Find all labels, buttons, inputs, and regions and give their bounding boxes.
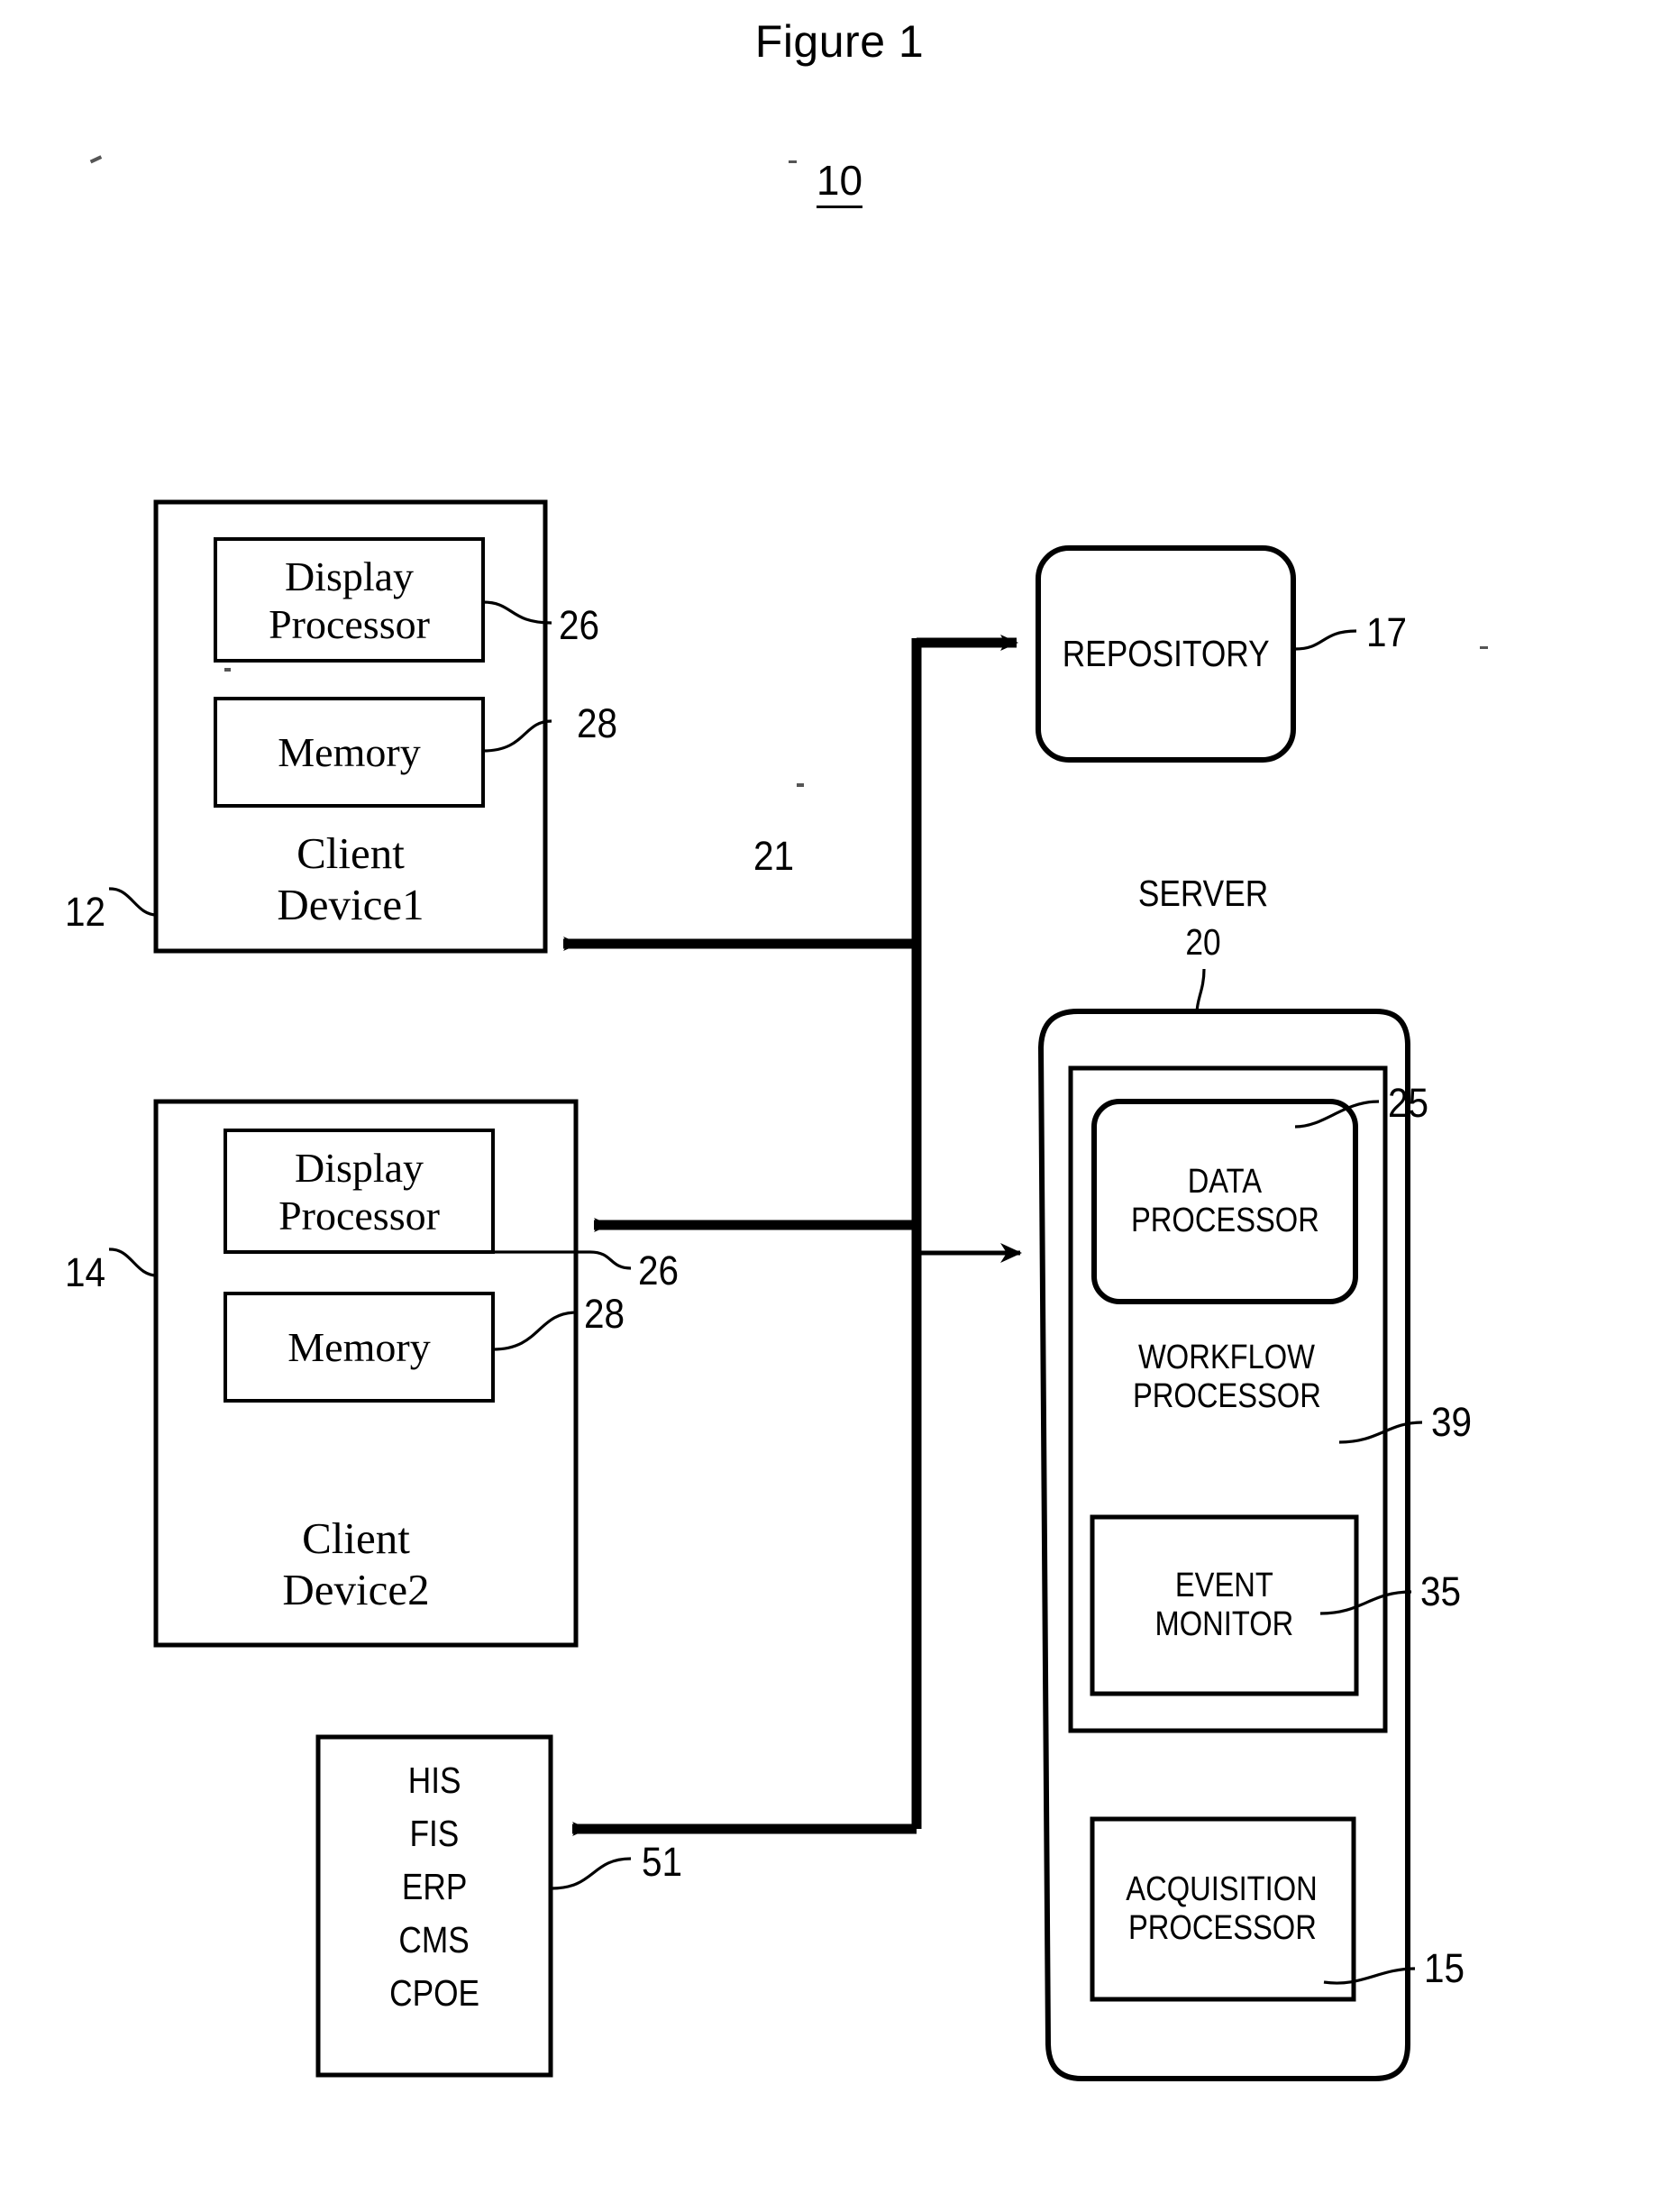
leader-15	[1323, 1967, 1416, 1985]
ref-39: 39	[1431, 1399, 1473, 1445]
memory-1-box	[214, 697, 485, 808]
leader-51	[551, 1857, 632, 1890]
ref-28-dev2: 28	[584, 1291, 625, 1337]
leader-35	[1319, 1590, 1412, 1615]
leader-28-dev2	[492, 1311, 578, 1351]
ref-28-dev1: 28	[577, 700, 618, 746]
ref-26-dev2: 26	[638, 1248, 680, 1293]
ref-51: 51	[642, 1839, 683, 1885]
server-title: SERVER	[1137, 873, 1269, 914]
ref-14: 14	[65, 1249, 106, 1295]
leader-28-dev1	[482, 719, 552, 753]
ref-26-dev1: 26	[559, 602, 600, 648]
event-monitor-box	[1090, 1514, 1359, 1696]
leader-26-dev1	[482, 600, 552, 625]
leader-20	[1195, 968, 1206, 1014]
display-processor-1-box	[214, 537, 485, 663]
ref-17: 17	[1366, 609, 1408, 655]
workflow-processor-enclosure	[1068, 1065, 1388, 1733]
client-device-2-shape	[153, 1099, 579, 1648]
server-shape	[1037, 1009, 1410, 2081]
data-processor-box	[1091, 1099, 1358, 1304]
memory-2-box	[224, 1292, 495, 1403]
ref-15: 15	[1424, 1945, 1465, 1991]
scan-artifacts	[89, 155, 1488, 787]
figure-title: Figure 1	[754, 16, 925, 67]
leader-14	[108, 1248, 158, 1277]
network-connections	[563, 635, 1022, 1836]
repository-shape	[1036, 545, 1296, 763]
client-device-1-shape	[153, 499, 548, 954]
ref-20: 20	[1185, 921, 1221, 963]
patent-figure-page: Figure 1 10 Display Processor Memory Cli…	[0, 0, 1679, 2212]
display-processor-2-box	[224, 1129, 495, 1254]
leader-17	[1294, 629, 1357, 651]
ref-35: 35	[1420, 1568, 1462, 1614]
leader-26-dev2	[493, 1250, 632, 1270]
leader-12	[108, 887, 158, 917]
acquisition-processor-box	[1090, 1816, 1356, 2002]
figure-system-ref: 10	[0, 157, 1679, 208]
ref-25: 25	[1388, 1080, 1429, 1126]
ref-21: 21	[753, 833, 795, 879]
ref-12: 12	[65, 889, 106, 935]
leader-25	[1294, 1100, 1380, 1129]
information-systems-shape	[315, 1734, 553, 2078]
